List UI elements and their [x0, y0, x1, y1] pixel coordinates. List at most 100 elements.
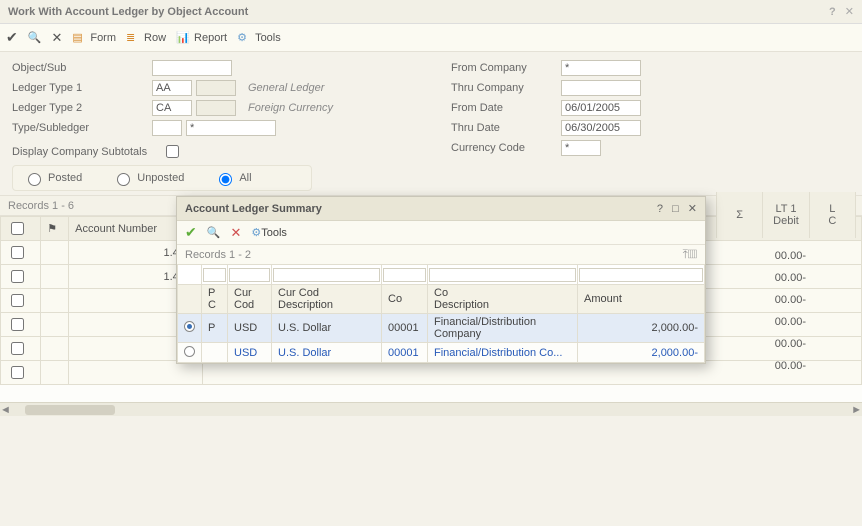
cell-lt1-debit: 00.00-	[716, 338, 836, 360]
row-menu[interactable]: ≣Row	[126, 31, 166, 45]
col-curcod[interactable]: Cur Cod	[228, 285, 272, 314]
row-checkbox[interactable]	[11, 294, 24, 307]
table-row[interactable]: USD U.S. Dollar 00001 Financial/Distribu…	[178, 343, 705, 363]
post-filter-group: Posted Unposted All	[12, 165, 312, 191]
dialog-tools-menu[interactable]: ⚙Tools	[251, 226, 287, 239]
dialog-title: Account Ledger Summary	[185, 197, 322, 221]
cell-lt1-debit: 00.00-	[716, 250, 836, 272]
cell-curdesc: U.S. Dollar	[272, 343, 382, 363]
select-all-checkbox[interactable]	[11, 222, 24, 235]
cell-curcod: USD	[228, 343, 272, 363]
row-checkbox[interactable]	[11, 318, 24, 331]
thru-date-label: Thru Date	[451, 122, 561, 134]
scroll-thumb[interactable]	[25, 405, 115, 415]
dialog-maximize-icon[interactable]: □	[672, 203, 679, 215]
scroll-left-icon[interactable]: ◄	[0, 404, 11, 416]
posted-radio[interactable]: Posted	[23, 170, 82, 186]
help-icon[interactable]: ?	[829, 6, 836, 18]
ledger-type-2-desc: Foreign Currency	[248, 102, 333, 114]
thru-company-label: Thru Company	[451, 82, 561, 94]
col-pc[interactable]: P C	[202, 285, 228, 314]
cell-curdesc: U.S. Dollar	[272, 314, 382, 343]
cell-amount: 2,000.00-	[578, 314, 705, 343]
thru-date-input[interactable]	[561, 120, 641, 136]
dialog-cancel-icon[interactable]: ✕	[230, 225, 241, 241]
cell-account	[69, 361, 203, 385]
type-subledger-b-input[interactable]	[186, 120, 276, 136]
object-sub-label: Object/Sub	[12, 62, 152, 74]
display-subtotals-checkbox[interactable]	[166, 145, 179, 158]
tools-menu[interactable]: ⚙Tools	[237, 31, 281, 45]
dialog-records-label: Records 1 - 2	[185, 249, 251, 261]
unposted-radio[interactable]: Unposted	[112, 170, 184, 186]
cell-lt1-debit: 00.00-	[716, 272, 836, 294]
right-column-headers: Σ LT 1 Debit LC	[716, 192, 856, 238]
row-radio[interactable]	[184, 321, 195, 332]
row-radio[interactable]	[184, 346, 195, 357]
scroll-right-icon[interactable]: ►	[851, 404, 862, 416]
main-toolbar: ✔ 🔍 ✕ ▤Form ≣Row 📊Report ⚙Tools	[0, 24, 862, 52]
display-subtotals-label: Display Company Subtotals	[12, 146, 152, 158]
report-menu[interactable]: 📊Report	[176, 31, 227, 45]
cell-lt1-debit: 00.00-	[716, 316, 836, 338]
col-amount[interactable]: Amount	[578, 285, 705, 314]
filter-amount[interactable]	[579, 268, 703, 282]
ledger-type-1-desc: General Ledger	[248, 82, 324, 94]
find-icon[interactable]: 🔍	[28, 31, 42, 44]
filter-co[interactable]	[383, 268, 426, 282]
ledger-type-1-aux[interactable]	[196, 80, 236, 96]
horizontal-scrollbar[interactable]: ◄ ►	[0, 402, 862, 416]
object-sub-input[interactable]	[152, 60, 232, 76]
dialog-grid[interactable]: P C Cur Cod Cur Cod Description Co Co De…	[177, 264, 705, 363]
cell-codesc: Financial/Distribution Co...	[428, 343, 578, 363]
dialog-help-icon[interactable]: ?	[657, 203, 663, 215]
cell-co: 00001	[382, 343, 428, 363]
cancel-icon[interactable]: ✕	[51, 30, 62, 46]
from-company-input[interactable]	[561, 60, 641, 76]
filter-curcod[interactable]	[229, 268, 270, 282]
dialog-close-icon[interactable]: ✕	[688, 203, 697, 215]
ledger-type-2-aux[interactable]	[196, 100, 236, 116]
col-lt1-c[interactable]: LC	[810, 192, 856, 238]
row-checkbox[interactable]	[11, 342, 24, 355]
ledger-type-1-input[interactable]	[152, 80, 192, 96]
type-subledger-label: Type/Subledger	[12, 122, 152, 134]
dialog-export-icon[interactable]: ⤒▥	[683, 247, 697, 262]
from-date-label: From Date	[451, 102, 561, 114]
ledger-type-1-label: Ledger Type 1	[12, 82, 152, 94]
ledger-type-2-input[interactable]	[152, 100, 192, 116]
form-menu[interactable]: ▤Form	[72, 31, 116, 45]
from-company-label: From Company	[451, 62, 561, 74]
currency-code-label: Currency Code	[451, 142, 561, 154]
col-sigma[interactable]: Σ	[717, 192, 763, 238]
cell-codesc: Financial/Distribution Company	[428, 314, 578, 343]
row-checkbox[interactable]	[11, 366, 24, 379]
filter-codesc[interactable]	[429, 268, 576, 282]
from-date-input[interactable]	[561, 100, 641, 116]
currency-code-input[interactable]	[561, 140, 601, 156]
col-lt1-debit[interactable]: LT 1 Debit	[763, 192, 809, 238]
dialog-ok-icon[interactable]: ✔	[185, 224, 197, 241]
all-radio[interactable]: All	[214, 170, 251, 186]
type-subledger-a-input[interactable]	[152, 120, 182, 136]
filter-curdesc[interactable]	[273, 268, 380, 282]
row-checkbox[interactable]	[11, 270, 24, 283]
ok-icon[interactable]: ✔	[6, 29, 18, 46]
dialog-find-icon[interactable]: 🔍	[207, 226, 221, 239]
cell-pc: P	[202, 314, 228, 343]
col-codesc[interactable]: Co Description	[428, 285, 578, 314]
cell-pc	[202, 343, 228, 363]
filter-pc[interactable]	[203, 268, 226, 282]
row-checkbox[interactable]	[11, 246, 24, 259]
close-icon[interactable]: ✕	[845, 6, 854, 18]
cell-amount: 2,000.00-	[578, 343, 705, 363]
window-titlebar: Work With Account Ledger by Object Accou…	[0, 0, 862, 24]
col-curdesc[interactable]: Cur Cod Description	[272, 285, 382, 314]
cell-lt1-debit: 00.00-	[716, 294, 836, 316]
thru-company-input[interactable]	[561, 80, 641, 96]
table-row[interactable]: P USD U.S. Dollar 00001 Financial/Distri…	[178, 314, 705, 343]
account-ledger-summary-dialog: Account Ledger Summary ? □ ✕ ✔ 🔍 ✕ ⚙Tool…	[176, 196, 706, 364]
window-title: Work With Account Ledger by Object Accou…	[8, 0, 248, 24]
ledger-type-2-label: Ledger Type 2	[12, 102, 152, 114]
col-co[interactable]: Co	[382, 285, 428, 314]
